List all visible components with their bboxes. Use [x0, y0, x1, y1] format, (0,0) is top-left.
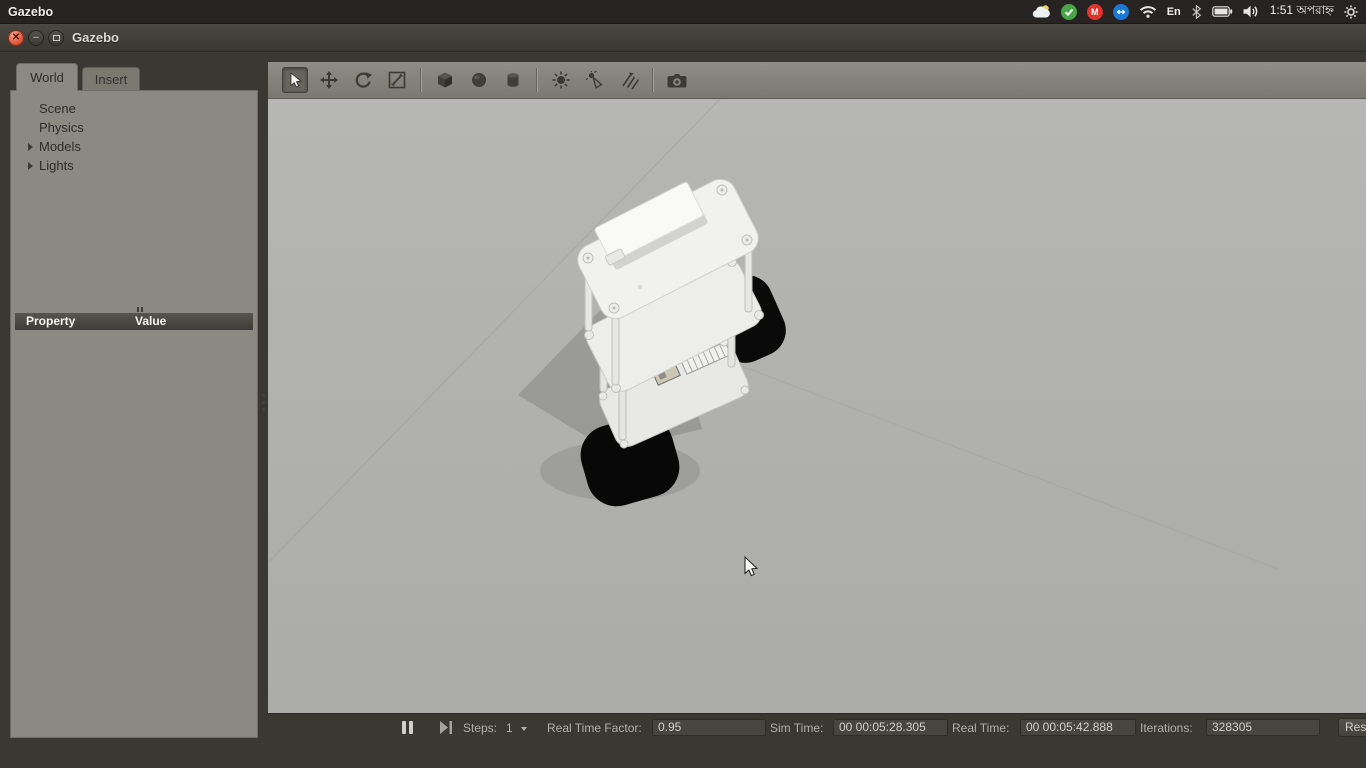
simulation-status-bar: Steps: 1 Real Time Factor: 0.95 Sim Time… — [268, 713, 1366, 740]
toolbar-separator — [652, 68, 654, 92]
translate-tool-button[interactable] — [316, 67, 342, 93]
camera-icon — [667, 74, 687, 88]
system-bar: Gazebo M En 1:51 অপরাহ্ন — [0, 0, 1366, 24]
window-title-bar[interactable]: ✕ – Gazebo — [0, 24, 1366, 52]
render-viewport[interactable] — [268, 99, 1366, 713]
directional-light-icon — [622, 72, 639, 90]
3d-scene — [269, 99, 1279, 577]
teamviewer-icon[interactable] — [1112, 3, 1129, 20]
reset-button[interactable]: Res — [1338, 718, 1366, 737]
select-arrow-icon — [290, 72, 303, 88]
system-tray: M En 1:51 অপরাহ্ন — [1031, 2, 1366, 22]
keyboard-layout-indicator[interactable]: En — [1167, 6, 1181, 18]
spot-light-button[interactable] — [582, 67, 608, 93]
tree-item-lights[interactable]: Lights — [11, 156, 255, 175]
battery-icon[interactable] — [1211, 6, 1233, 17]
session-gear-icon[interactable] — [1344, 5, 1358, 19]
pause-icon — [409, 721, 413, 734]
translate-icon — [320, 71, 338, 89]
maximize-button[interactable] — [48, 30, 64, 46]
window-body: World Insert Scene Physics Models Lights… — [0, 52, 1366, 768]
select-tool-button[interactable] — [282, 67, 308, 93]
insert-sphere-button[interactable] — [466, 67, 492, 93]
sim-time-label: Sim Time: — [770, 721, 824, 735]
gmail-icon[interactable]: M — [1086, 3, 1103, 20]
steps-value[interactable]: 1 — [506, 721, 513, 735]
toolbar-separator — [536, 68, 538, 92]
main-area: Steps: 1 Real Time Factor: 0.95 Sim Time… — [268, 62, 1366, 740]
render-toolbar — [268, 62, 1366, 99]
close-button[interactable]: ✕ — [8, 30, 24, 46]
scale-icon — [388, 71, 406, 89]
directional-light-button[interactable] — [616, 67, 642, 93]
step-button[interactable] — [440, 721, 453, 737]
volume-icon[interactable] — [1243, 5, 1260, 18]
real-time-factor-field: 0.95 — [652, 719, 766, 736]
value-column-header[interactable]: Value — [135, 314, 166, 328]
point-light-icon — [552, 71, 570, 89]
real-time-field: 00 00:05:42.888 — [1020, 719, 1136, 736]
iterations-label: Iterations: — [1140, 721, 1193, 735]
tree-item-scene[interactable]: Scene — [11, 99, 255, 118]
cylinder-icon — [507, 73, 519, 87]
step-icon — [440, 721, 452, 734]
world-tree-panel: Scene Physics Models Lights Property Val… — [10, 90, 258, 738]
minimize-button[interactable]: – — [28, 30, 44, 46]
insert-box-button[interactable] — [432, 67, 458, 93]
point-light-button[interactable] — [548, 67, 574, 93]
appmenu-title[interactable]: Gazebo — [8, 5, 53, 19]
maximize-icon — [52, 35, 60, 41]
tab-insert[interactable]: Insert — [82, 67, 140, 91]
steps-caret-icon[interactable] — [521, 727, 527, 731]
pause-icon — [402, 721, 406, 734]
screenshot-button[interactable] — [664, 67, 690, 93]
real-time-label: Real Time: — [952, 721, 1010, 735]
gmail-badge-letter: M — [1090, 6, 1099, 17]
world-panel: World Insert Scene Physics Models Lights… — [10, 62, 258, 738]
wifi-icon[interactable] — [1139, 5, 1157, 18]
steps-label: Steps: — [463, 721, 498, 735]
spot-light-icon — [585, 70, 603, 89]
tree-item-physics[interactable]: Physics — [11, 118, 255, 137]
mouse-cursor — [744, 555, 759, 577]
tree-item-models[interactable]: Models — [11, 137, 255, 156]
box-icon — [438, 72, 452, 88]
property-table-header: Property Value — [15, 313, 253, 330]
weather-icon[interactable] — [1031, 4, 1051, 19]
clock[interactable]: 1:51 অপরাহ্ন — [1270, 2, 1334, 22]
real-time-factor-label: Real Time Factor: — [547, 721, 642, 735]
rotate-icon — [355, 72, 372, 88]
screen: Gazebo M En 1:51 অপরাহ্ন ✕ – Gazebo Worl… — [0, 0, 1366, 768]
insert-cylinder-button[interactable] — [500, 67, 526, 93]
sphere-icon — [472, 73, 486, 87]
rotate-tool-button[interactable] — [350, 67, 376, 93]
column-grip[interactable] — [137, 307, 143, 312]
expand-arrow-icon[interactable] — [28, 143, 33, 151]
toolbar-separator — [420, 68, 422, 92]
bluetooth-icon[interactable] — [1191, 4, 1202, 19]
panel-splitter-handle[interactable] — [260, 390, 266, 415]
expand-arrow-icon[interactable] — [28, 162, 33, 170]
sync-check-icon[interactable] — [1060, 3, 1077, 20]
tab-world[interactable]: World — [16, 63, 78, 91]
window-title: Gazebo — [72, 30, 119, 45]
iterations-field: 328305 — [1206, 719, 1320, 736]
property-column-header[interactable]: Property — [26, 314, 75, 328]
scale-tool-button[interactable] — [384, 67, 410, 93]
pause-button[interactable] — [402, 721, 418, 734]
sim-time-field: 00 00:05:28.305 — [833, 719, 948, 736]
